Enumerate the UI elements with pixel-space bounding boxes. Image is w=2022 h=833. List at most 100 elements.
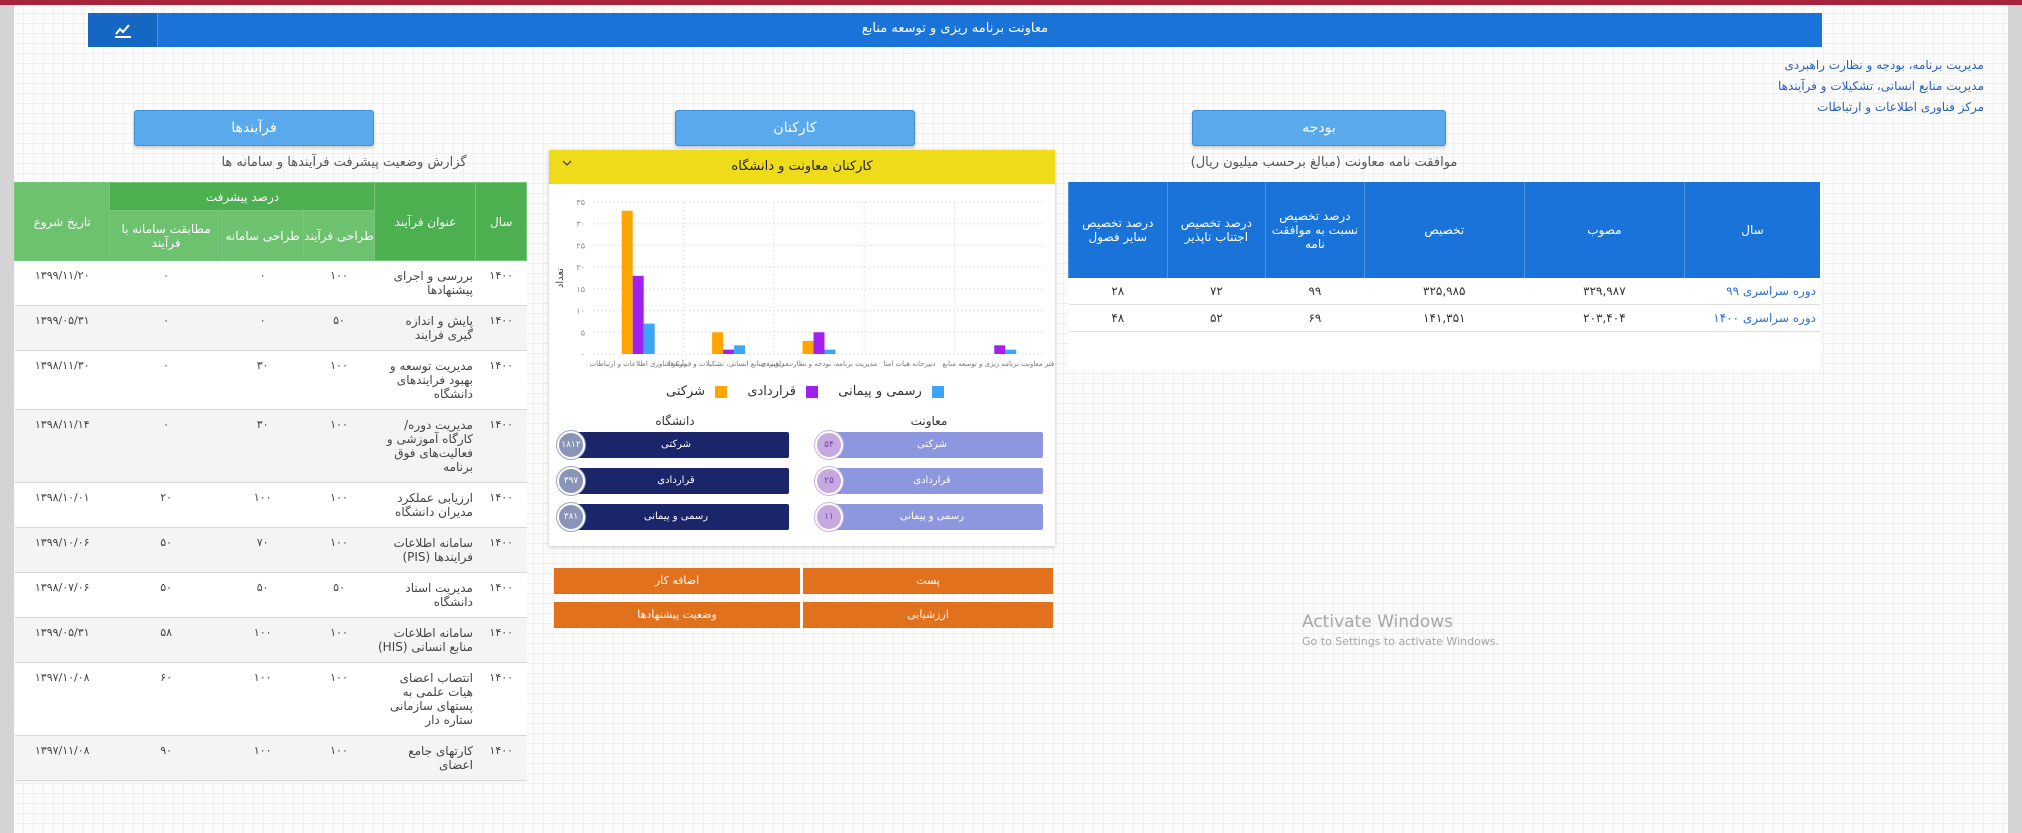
cell-p1: ۱۰۰ — [303, 617, 375, 663]
cell-other-pct: ۲۸ — [1068, 278, 1168, 305]
table-row[interactable]: ۱۴۰۰ مدیریت توسعه و بهبود فرایندهای دانش… — [14, 350, 527, 410]
cell-p1: ۱۰۰ — [303, 260, 375, 306]
right-border — [2008, 5, 2022, 833]
stat-value: ۳۹۷ — [557, 467, 585, 495]
legend-label-company: شرکتی — [666, 384, 706, 399]
stat-label: رسمی و پیمانی — [643, 511, 709, 522]
table-row[interactable]: ۱۴۰۰ پایش و اندازه گیری فرایند ۵۰ ۰ ۰ ۱۳… — [14, 305, 527, 351]
bar — [723, 349, 735, 354]
cell-title: بررسی و اجرای پیشنهادها — [374, 260, 476, 306]
col-allocation-pct: درصد تخصیص نسبت به موافقت نامه — [1265, 182, 1365, 278]
cell-allocation-pct: ۶۹ — [1265, 304, 1365, 332]
processes-button[interactable]: فرآیندها — [134, 110, 374, 146]
suggestions-status-button[interactable]: وضعیت پیشنهادها — [554, 602, 800, 628]
cell-p3: ۰ — [109, 409, 223, 483]
table-row[interactable]: ۱۴۰۰ سامانه اطلاعات منابع انسانی (HIS) ۱… — [14, 617, 527, 663]
evaluation-button[interactable]: ارزشیابی — [803, 602, 1053, 628]
table-row[interactable]: ۱۴۰۰ ارزیابی عملکرد مدیران دانشگاه ۱۰۰ ۱… — [14, 482, 527, 528]
university-company-stat[interactable]: شرکتی ۱۸۱۲ — [557, 431, 789, 459]
cell-year: ۱۴۰۰ — [475, 409, 527, 483]
cell-p3: ۲۰ — [109, 482, 223, 528]
legend-swatch-company — [715, 385, 728, 398]
col-allocation: تخصیص — [1363, 182, 1525, 278]
post-button[interactable]: پست — [803, 568, 1053, 594]
bar — [802, 340, 814, 354]
header-bar: معاونت برنامه ریزی و توسعه منابع — [88, 13, 1822, 47]
cell-year: ۱۴۰۰ — [475, 617, 527, 663]
left-border — [0, 5, 14, 833]
cell-year: ۱۴۰۰ — [475, 527, 527, 573]
cell-title: سامانه اطلاعات منابع انسانی (HIS) — [374, 617, 476, 663]
cell-p2: ۱۰۰ — [222, 735, 304, 781]
cell-date: ۱۳۹۸/۱۰/۰۱ — [14, 482, 110, 528]
bar — [813, 332, 825, 354]
staff-panel: کارکنان معاونت و دانشگاه ۰ ۵ ۱۰ ۱۵ ۲۰ ۲۵ ۳۰ ۳۵ ت… — [549, 150, 1055, 546]
bar — [734, 345, 746, 354]
bar — [621, 210, 633, 354]
cell-p3: ۵۰ — [109, 572, 223, 618]
cell-date: ۱۳۹۹/۰۵/۳۱ — [14, 617, 110, 663]
link-budget-management[interactable]: مدیریت برنامه، بودجه و نظارت راهبردی — [1778, 55, 1984, 76]
col-title: عنوان فرآیند — [374, 182, 477, 261]
cell-p2: ۷۰ — [222, 527, 304, 573]
table-row[interactable]: ۱۴۰۰ بررسی و اجرای پیشنهادها ۱۰۰ ۰ ۰ ۱۳۹… — [14, 260, 527, 306]
cell-year[interactable]: دوره سراسری ۱۴۰۰ — [1684, 304, 1820, 332]
activate-windows-watermark: Activate Windows Go to Settings to activ… — [1302, 612, 1499, 648]
cell-p1: ۱۰۰ — [303, 482, 375, 528]
deputy-contract-stat[interactable]: قراردادی ۲۵ — [815, 467, 1043, 495]
stat-value: ۱۱ — [815, 503, 843, 531]
cell-year[interactable]: دوره سراسری ۹۹ — [1684, 278, 1820, 305]
cell-title: انتصاب اعضای هیات علمی به پستهای سازمانی… — [374, 662, 476, 736]
university-contract-stat[interactable]: قراردادی ۳۹۷ — [557, 467, 789, 495]
cell-year: ۱۴۰۰ — [475, 260, 527, 306]
stat-value: ۳۸۱ — [557, 503, 585, 531]
dashboard: معاونت برنامه ریزی و توسعه منابع مدیریت … — [13, 5, 2008, 833]
cell-unavoidable-pct: ۵۲ — [1167, 304, 1266, 332]
unit-links: مدیریت برنامه، بودجه و نظارت راهبردی مدی… — [1778, 55, 1984, 118]
deputy-official-stat[interactable]: رسمی و پیمانی ۱۱ — [815, 503, 1043, 531]
col-progress: درصد پیشرفت — [109, 182, 376, 211]
legend-swatch-official — [931, 385, 944, 398]
table-row[interactable]: ۱۴۰۰ مدیریت اسناد دانشگاه ۵۰ ۵۰ ۵۰ ۱۳۹۸/… — [14, 572, 527, 618]
cell-title: ارزیابی عملکرد مدیران دانشگاه — [374, 482, 476, 528]
table-row[interactable]: ۱۴۰۰ کارتهای جامع اعضای ۱۰۰ ۱۰۰ ۹۰ ۱۳۹۷/… — [14, 735, 527, 781]
table-row[interactable]: ۱۴۰۰ مدیریت دوره/ کارگاه آموزشی و فعالیت… — [14, 409, 527, 483]
table-row[interactable]: ۱۴۰۰ سامانه اطلاعات فرایندها (PIS) ۱۰۰ ۷… — [14, 527, 527, 573]
cell-year: ۱۴۰۰ — [475, 572, 527, 618]
cell-p2: ۱۰۰ — [222, 662, 304, 736]
y-tick-label: ۳۵ — [576, 198, 585, 207]
cell-year: ۱۴۰۰ — [475, 350, 527, 410]
cell-allocation: ۱۴۱,۳۵۱ — [1364, 304, 1525, 332]
cell-p3: ۵۰ — [109, 527, 223, 573]
cell-p2: ۱۰۰ — [222, 482, 304, 528]
staff-panel-header[interactable]: کارکنان معاونت و دانشگاه — [549, 150, 1055, 184]
link-hr-management[interactable]: مدیریت منابع انسانی، تشکیلات و فرآیندها — [1778, 76, 1984, 97]
stat-label: قراردادی — [913, 475, 951, 486]
deputy-company-stat[interactable]: شرکتی ۵۴ — [815, 431, 1043, 459]
chevron-down-icon[interactable] — [561, 157, 573, 173]
link-it-center[interactable]: مرکز فناوری اطلاعات و ارتباطات — [1778, 97, 1984, 118]
col-approved: مصوب — [1523, 182, 1685, 278]
y-tick-label: ۱۰ — [576, 307, 585, 316]
chart-legend: رسمی و پیمانی قراردادی شرکتی — [549, 384, 1055, 399]
cell-p1: ۵۰ — [303, 305, 375, 351]
y-tick-label: ۳۰ — [576, 220, 585, 229]
table-row[interactable]: دوره سراسری ۱۴۰۰ ۲۰۳,۴۰۴ ۱۴۱,۳۵۱ ۶۹ ۵۲ ۴… — [1068, 304, 1820, 332]
cell-p1: ۱۰۰ — [303, 409, 375, 483]
x-tick-label: مدیریت برنامه، بودجه و نظارت راهبردی — [761, 360, 878, 368]
y-tick-label: ۵ — [581, 328, 585, 337]
cell-p3: ۰ — [109, 305, 223, 351]
staff-button[interactable]: کارکنان — [675, 110, 915, 146]
cell-date: ۱۳۹۸/۰۷/۰۶ — [14, 572, 110, 618]
x-tick-label: دبیرخانه هیات امنا — [883, 360, 935, 368]
table-row[interactable]: ۱۴۰۰ انتصاب اعضای هیات علمی به پستهای سا… — [14, 662, 527, 736]
stat-label: قراردادی — [657, 475, 695, 486]
x-tick-label: دفتر معاونت برنامه ریزی و توسعه منابع — [942, 360, 1055, 368]
table-row[interactable]: دوره سراسری ۹۹ ۳۲۹,۹۸۷ ۳۲۵,۹۸۵ ۹۹ ۷۲ ۲۸ — [1068, 278, 1820, 305]
budget-button[interactable]: بودجه — [1192, 110, 1446, 146]
cell-p3: ۹۰ — [109, 735, 223, 781]
university-official-stat[interactable]: رسمی و پیمانی ۳۸۱ — [557, 503, 789, 531]
bar — [643, 323, 655, 354]
add-work-button[interactable]: اضافه کار — [554, 568, 800, 594]
chart-icon[interactable] — [88, 13, 158, 47]
